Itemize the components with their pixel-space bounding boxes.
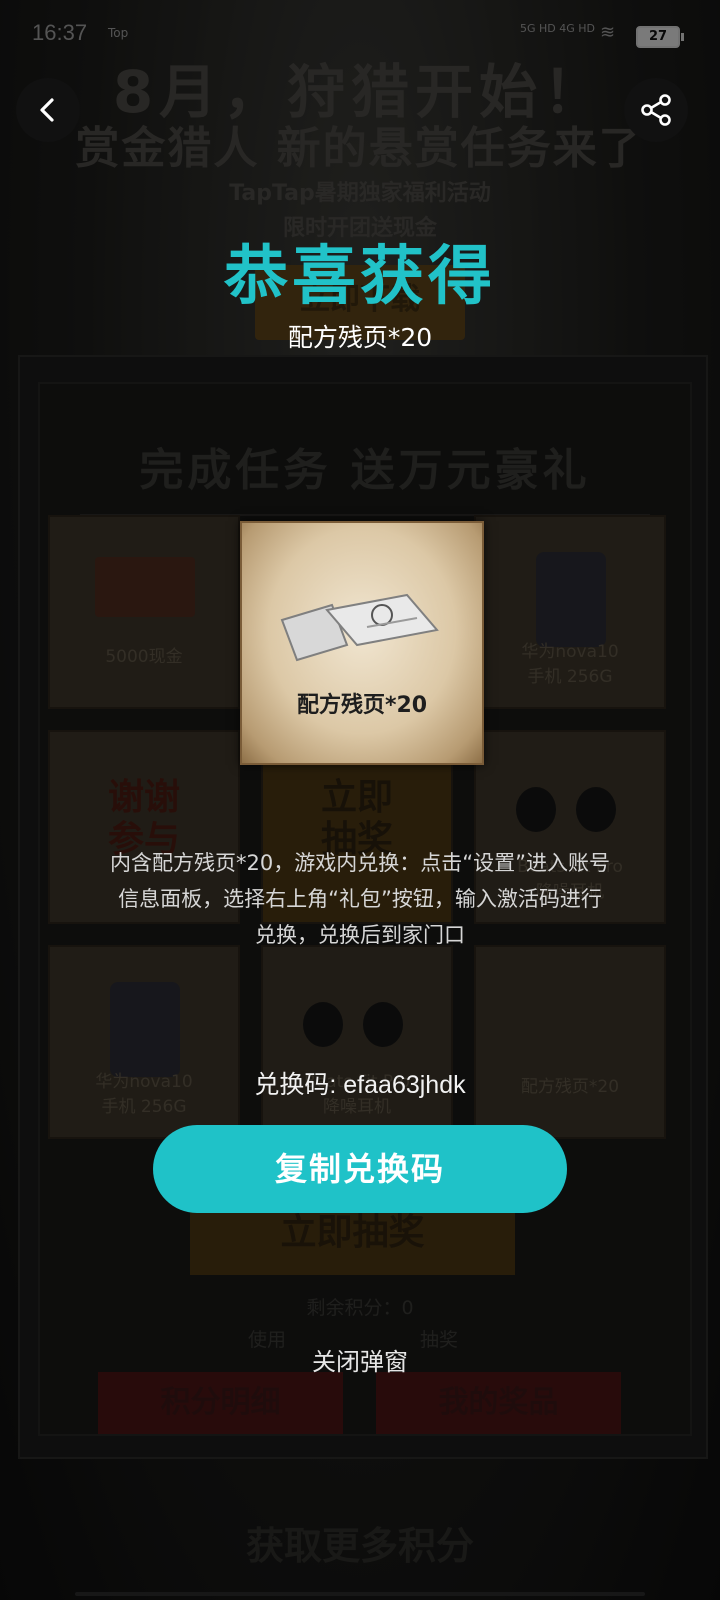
prize-name: 配方残页*20 [287,323,433,352]
prize-card: 配方残页*20 [240,521,484,765]
modal-title: 恭喜获得 [224,240,496,314]
share-icon [641,94,671,126]
back-button[interactable] [16,78,80,142]
share-button[interactable] [624,78,688,142]
redeem-instructions: 内含配方残页*20，游戏内兑换：点击“设置”进入账号信息面板，选择右上角“礼包”… [110,851,610,947]
recipe-page-icon [280,593,439,662]
prize-card-label: 配方残页*20 [296,693,428,718]
chevron-left-icon [40,98,54,122]
close-modal-link[interactable]: 关闭弹窗 [0,1342,720,1377]
copy-code-button[interactable]: 复制兑换码 [153,1125,567,1213]
redeem-code: 兑换码: efaa63jhdk [254,1071,466,1099]
screen: 16:37 Top 5G HD 4G HD ≋ 27 8月，狩猎开始！ 赏金猎人… [0,0,720,1600]
